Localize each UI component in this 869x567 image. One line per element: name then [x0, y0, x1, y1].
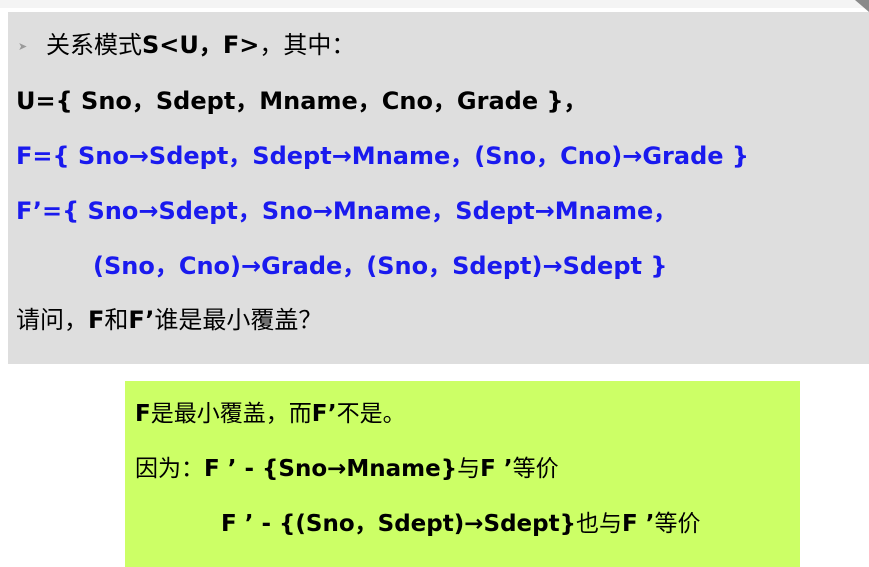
question-line: 请问，F和F’谁是最小覆盖？ — [16, 305, 322, 335]
reason-prefix: 因为： — [135, 456, 204, 482]
intro-prefix: 关系模式 — [46, 31, 142, 59]
answer-f: F — [135, 401, 151, 427]
f-definition: F={ Sno→Sdept，Sdept→Mname，(Sno，Cno)→Grad… — [16, 142, 749, 170]
reason-f-2: F ’ — [621, 511, 655, 537]
top-strip — [0, 0, 869, 8]
ask-suffix: 谁是最小覆盖？ — [154, 306, 323, 334]
reason-f-1: F ’ — [480, 456, 513, 482]
answer-end: 不是。 — [336, 401, 406, 427]
reason-end-2: 等价 — [654, 511, 701, 537]
ask-fprime: F’ — [128, 306, 155, 334]
reason-expr-1: F ’ - {Sno→Mname} — [204, 456, 458, 482]
answer-mid: 是最小覆盖，而 — [150, 401, 312, 427]
intro-line: 关系模式S<U，F>，其中： — [46, 30, 355, 60]
corner-decoration — [855, 0, 869, 12]
reason-expr-2: F ’ - {(Sno，Sdept)→Sdept} — [221, 511, 576, 537]
answer-line-3: F ’ - {(Sno，Sdept)→Sdept}也与F ’等价 — [221, 509, 700, 539]
reason-mid-2: 也与 — [575, 511, 622, 537]
intro-schema: S<U，F> — [142, 31, 260, 59]
ask-and: 和 — [104, 306, 129, 334]
answer-line-2: 因为：F ’ - {Sno→Mname}与F ’等价 — [135, 454, 559, 484]
ask-f: F — [88, 306, 105, 334]
u-definition: U={ Sno，Sdept，Mname，Cno，Grade }， — [16, 87, 588, 115]
ask-prefix: 请问， — [16, 306, 88, 334]
reason-end-1: 等价 — [512, 456, 559, 482]
fprime-definition-line2: (Sno，Cno)→Grade，(Sno，Sdept)→Sdept } — [93, 252, 668, 280]
intro-suffix: ，其中： — [259, 31, 356, 59]
answer-box: F是最小覆盖，而F’不是。 因为：F ’ - {Sno→Mname}与F ’等价… — [125, 381, 800, 567]
reason-mid-1: 与 — [457, 456, 481, 482]
answer-fprime: F’ — [311, 401, 337, 427]
question-box: ➤ 关系模式S<U，F>，其中： U={ Sno，Sdept，Mname，Cno… — [8, 12, 869, 364]
fprime-definition-line1: F’={ Sno→Sdept，Sno→Mname，Sdept→Mname， — [16, 197, 678, 225]
triangle-bullet-icon: ➤ — [18, 40, 28, 53]
answer-line-1: F是最小覆盖，而F’不是。 — [135, 399, 406, 429]
